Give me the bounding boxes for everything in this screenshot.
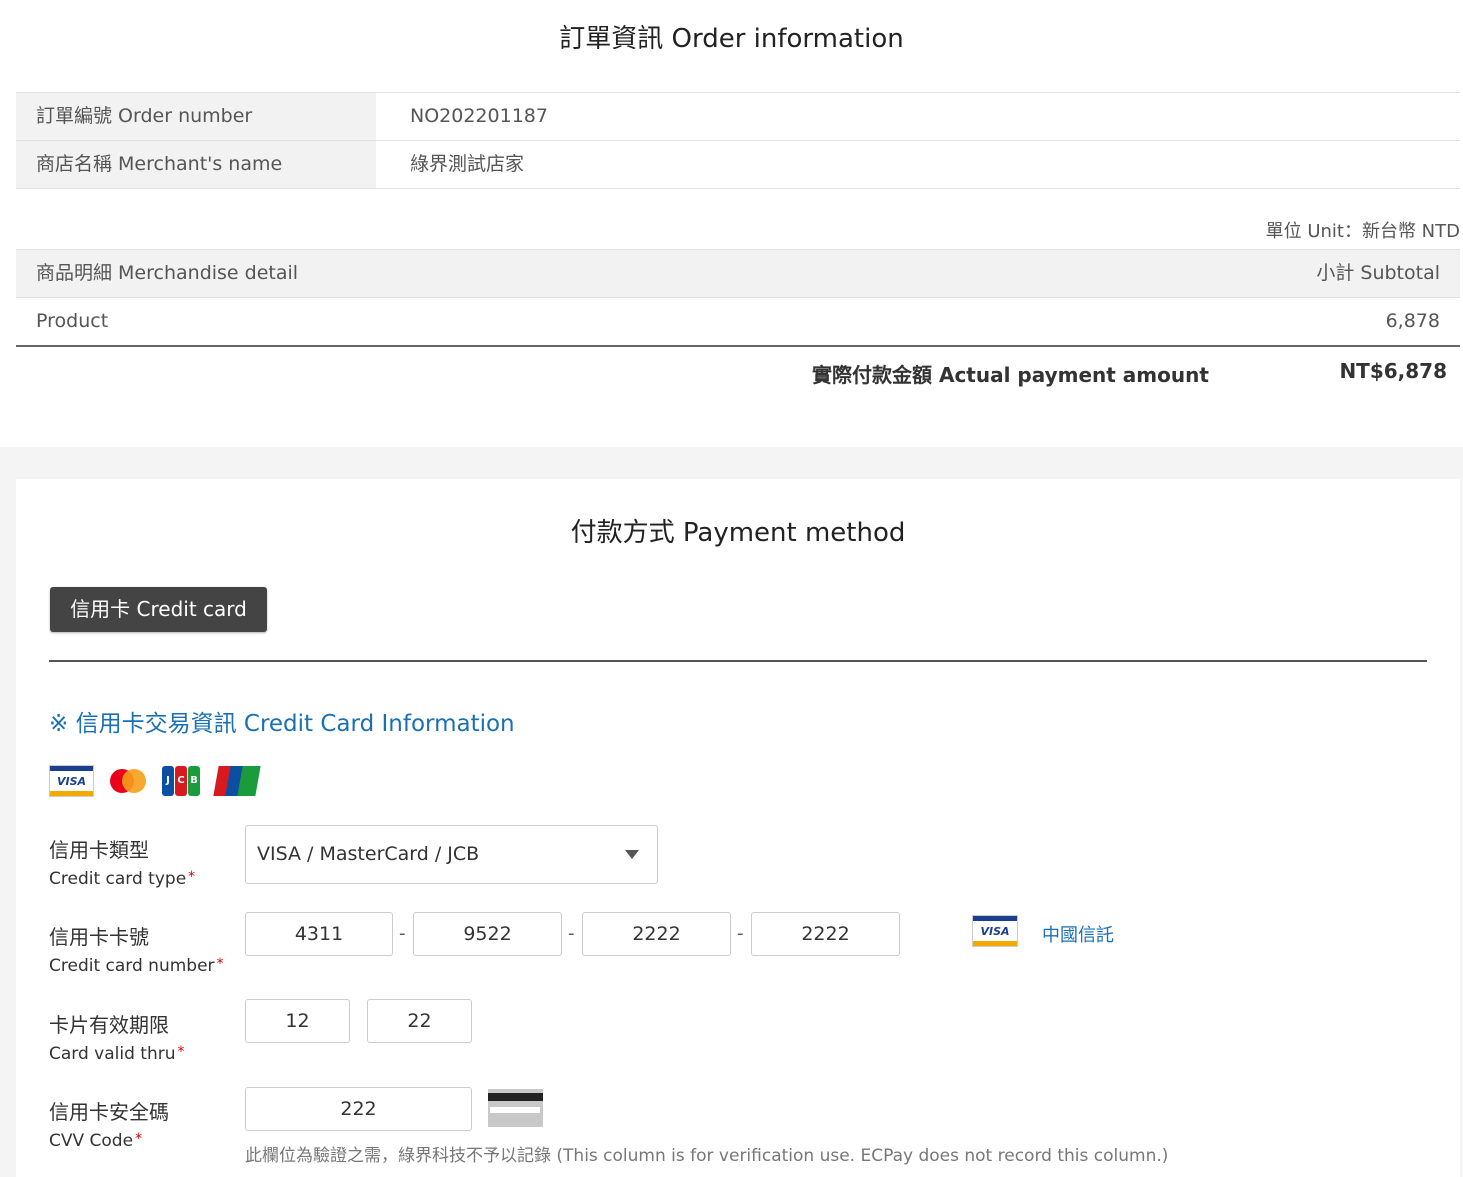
- payment-title: 付款方式 Payment method: [570, 518, 906, 548]
- card-number-separator: -: [737, 923, 744, 944]
- card-number-part-2-input[interactable]: 9522: [413, 912, 562, 956]
- mastercard-logo-icon: [108, 765, 148, 797]
- product-name: Product: [36, 310, 109, 332]
- subtotal-header: 小計 Subtotal: [1316, 262, 1440, 284]
- order-info-table: 訂單編號 Order number NO202201187 商店名稱 Merch…: [16, 92, 1460, 189]
- merchant-name-row: 商店名稱 Merchant's name 綠界測試店家: [16, 141, 1460, 189]
- order-number-row: 訂單編號 Order number NO202201187: [16, 93, 1460, 141]
- product-subtotal: 6,878: [1385, 310, 1440, 332]
- credit-card-info-heading: ※ 信用卡交易資訊 Credit Card Information: [49, 711, 515, 737]
- unionpay-logo-icon: [213, 765, 261, 797]
- table-row: Product 6,878: [16, 298, 1460, 347]
- tab-divider: [49, 660, 1427, 662]
- expiry-month-input[interactable]: 12: [245, 999, 350, 1043]
- issuing-bank-name: 中國信託: [1042, 925, 1114, 946]
- card-number-part-3-input[interactable]: 2222: [582, 912, 731, 956]
- order-number-label: 訂單編號 Order number: [16, 93, 376, 140]
- tab-credit-card[interactable]: 信用卡 Credit card: [50, 587, 267, 632]
- total-amount-label: 實際付款金額 Actual payment amount: [812, 363, 1209, 387]
- card-number-part-4-input[interactable]: 2222: [751, 912, 900, 956]
- cvv-privacy-note: 此欄位為驗證之需，綠界科技不予以記錄 (This column is for v…: [245, 1146, 1169, 1166]
- payment-method-section: 付款方式 Payment method 信用卡 Credit card ※ 信用…: [16, 479, 1460, 1177]
- merchandise-detail-header: 商品明細 Merchandise detail: [36, 262, 299, 284]
- card-brand-logos: VISA J C B: [49, 765, 261, 797]
- card-number-separator: -: [399, 923, 406, 944]
- cvv-label: 信用卡安全碼 CVV Code *: [49, 1100, 169, 1151]
- detected-visa-icon: VISA: [972, 915, 1018, 947]
- order-number-value: NO202201187: [410, 105, 548, 127]
- merchant-name-value: 綠界測試店家: [410, 153, 525, 175]
- merchandise-table-header: 商品明細 Merchandise detail 小計 Subtotal: [16, 250, 1460, 298]
- card-back-cvv-icon: [488, 1089, 543, 1127]
- currency-unit-note: 單位 Unit：新台幣 NTD: [1265, 221, 1460, 242]
- visa-logo-icon: VISA: [49, 765, 94, 797]
- order-information-section: 訂單資訊 Order information 訂單編號 Order number…: [0, 0, 1463, 447]
- card-number-separator: -: [568, 923, 575, 944]
- jcb-logo-icon: J C B: [162, 765, 200, 797]
- merchant-name-label: 商店名稱 Merchant's name: [16, 141, 376, 188]
- order-title: 訂單資訊 Order information: [559, 24, 904, 54]
- merchandise-table: 商品明細 Merchandise detail 小計 Subtotal Prod…: [16, 249, 1460, 347]
- valid-thru-label: 卡片有效期限 Card valid thru *: [49, 1013, 185, 1064]
- cvv-input[interactable]: 222: [245, 1087, 472, 1131]
- total-amount-value: NT$6,878: [1339, 359, 1447, 383]
- card-type-select[interactable]: VISA / MasterCard / JCB: [245, 825, 658, 884]
- card-number-label: 信用卡卡號 Credit card number *: [49, 925, 224, 976]
- card-type-label: 信用卡類型 Credit card type *: [49, 838, 196, 889]
- card-number-part-1-input[interactable]: 4311: [245, 912, 393, 956]
- expiry-year-input[interactable]: 22: [367, 999, 472, 1043]
- chevron-down-icon: [625, 850, 639, 859]
